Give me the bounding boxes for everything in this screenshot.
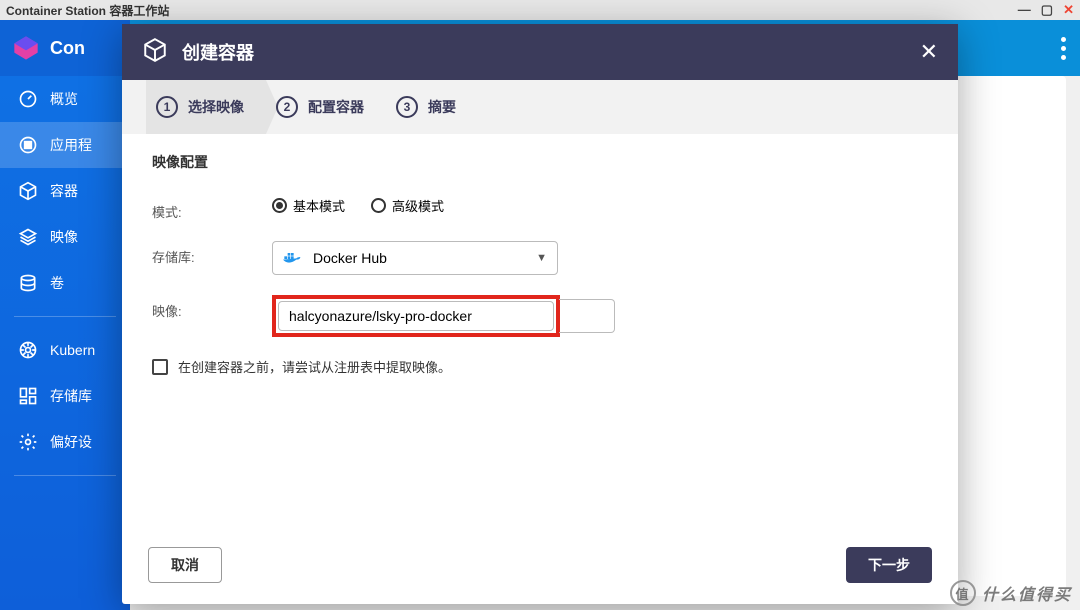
modal-footer: 取消 下一步: [122, 538, 958, 604]
cube-icon: [142, 37, 168, 68]
sidebar-item-preferences[interactable]: 偏好设: [0, 419, 130, 465]
window-titlebar: Container Station 容器工作站 — ▢ ✕: [0, 0, 1080, 20]
cube-icon: [18, 181, 38, 201]
brand-label: Con: [50, 38, 85, 59]
image-input-ext[interactable]: [559, 299, 615, 333]
repository-label: 存储库:: [152, 241, 272, 266]
layers-icon: [18, 227, 38, 247]
step-number: 2: [276, 96, 298, 118]
wizard-steps: 1 选择映像 2 配置容器 3 摘要: [122, 80, 958, 134]
radio-label: 基本模式: [293, 196, 345, 215]
image-input[interactable]: [278, 301, 554, 331]
chevron-down-icon: ▼: [536, 252, 547, 264]
gauge-icon: [18, 89, 38, 109]
sidebar-item-volumes[interactable]: 卷: [0, 260, 130, 306]
modal-title: 创建容器: [182, 39, 254, 65]
sidebar-divider: [14, 475, 116, 476]
helm-icon: [18, 340, 38, 360]
image-label: 映像:: [152, 295, 272, 320]
watermark-badge-icon: 值: [950, 580, 976, 606]
step-number: 1: [156, 96, 178, 118]
radio-advanced-mode[interactable]: 高级模式: [371, 196, 444, 215]
step-label: 摘要: [428, 97, 456, 117]
image-field: [272, 295, 615, 337]
row-mode: 模式: 基本模式 高级模式: [152, 196, 928, 221]
step-select-image[interactable]: 1 选择映像: [146, 80, 266, 134]
row-image: 映像:: [152, 295, 928, 337]
sidebar: Con 概览 应用程 容器 映像 卷 Kubern 存储库: [0, 20, 130, 610]
next-button[interactable]: 下一步: [846, 547, 932, 583]
precheck-checkbox[interactable]: 在创建容器之前，请尝试从注册表中提取映像。: [152, 357, 451, 376]
step-label: 配置容器: [308, 97, 364, 117]
mode-field: 基本模式 高级模式: [272, 196, 444, 215]
docker-icon: [283, 251, 303, 265]
repository-field: Docker Hub ▼: [272, 241, 558, 275]
database-icon: [18, 273, 38, 293]
sidebar-item-label: 卷: [50, 273, 64, 293]
brand-logo-icon: [12, 34, 40, 62]
checkbox-icon: [152, 359, 168, 375]
close-icon[interactable]: ✕: [920, 39, 938, 65]
dashboard-icon: [18, 386, 38, 406]
brand: Con: [0, 20, 130, 76]
step-label: 选择映像: [188, 97, 244, 117]
section-title: 映像配置: [152, 152, 928, 172]
repository-value: Docker Hub: [313, 250, 387, 266]
sidebar-item-kubernetes[interactable]: Kubern: [0, 327, 130, 373]
row-repository: 存储库: Docker Hub ▼: [152, 241, 928, 275]
sidebar-item-label: 映像: [50, 227, 78, 247]
sidebar-item-overview[interactable]: 概览: [0, 76, 130, 122]
sidebar-item-applications[interactable]: 应用程: [0, 122, 130, 168]
sidebar-item-containers[interactable]: 容器: [0, 168, 130, 214]
radio-icon: [371, 198, 386, 213]
create-container-modal: 创建容器 ✕ 1 选择映像 2 配置容器 3 摘要 映像配置 模式:: [122, 24, 958, 604]
repository-select[interactable]: Docker Hub ▼: [272, 241, 558, 275]
radio-icon: [272, 198, 287, 213]
row-precheck: 在创建容器之前，请尝试从注册表中提取映像。: [152, 357, 928, 376]
sidebar-item-label: 应用程: [50, 135, 92, 155]
gear-icon: [18, 432, 38, 452]
window-minimize-icon[interactable]: —: [1018, 2, 1031, 18]
sidebar-item-label: 概览: [50, 89, 78, 109]
menu-dots-icon[interactable]: [1061, 37, 1066, 60]
step-configure-container[interactable]: 2 配置容器: [266, 80, 386, 134]
modal-header: 创建容器 ✕: [122, 24, 958, 80]
step-number: 3: [396, 96, 418, 118]
cancel-button[interactable]: 取消: [148, 547, 222, 583]
watermark-text: 什么值得买: [982, 581, 1072, 605]
highlight-frame: [272, 295, 560, 337]
grid-icon: [18, 135, 38, 155]
sidebar-divider: [14, 316, 116, 317]
window-close-icon[interactable]: ✕: [1063, 2, 1074, 18]
checkbox-label: 在创建容器之前，请尝试从注册表中提取映像。: [178, 357, 451, 376]
sidebar-item-repositories[interactable]: 存储库: [0, 373, 130, 419]
sidebar-item-label: 存储库: [50, 386, 92, 406]
step-summary[interactable]: 3 摘要: [386, 80, 478, 134]
window-title: Container Station 容器工作站: [6, 2, 169, 19]
mode-label: 模式:: [152, 196, 272, 221]
sidebar-item-label: 容器: [50, 181, 78, 201]
watermark: 值 什么值得买: [950, 580, 1072, 606]
sidebar-item-images[interactable]: 映像: [0, 214, 130, 260]
radio-basic-mode[interactable]: 基本模式: [272, 196, 345, 215]
modal-overlay: 创建容器 ✕ 1 选择映像 2 配置容器 3 摘要 映像配置 模式:: [0, 20, 1080, 610]
sidebar-item-label: 偏好设: [50, 432, 92, 452]
radio-label: 高级模式: [392, 196, 444, 215]
window-maximize-icon[interactable]: ▢: [1041, 2, 1053, 18]
window-controls: — ▢ ✕: [1018, 2, 1074, 18]
sidebar-item-label: Kubern: [50, 342, 95, 358]
modal-body: 映像配置 模式: 基本模式 高级模式 存储库:: [122, 134, 958, 538]
